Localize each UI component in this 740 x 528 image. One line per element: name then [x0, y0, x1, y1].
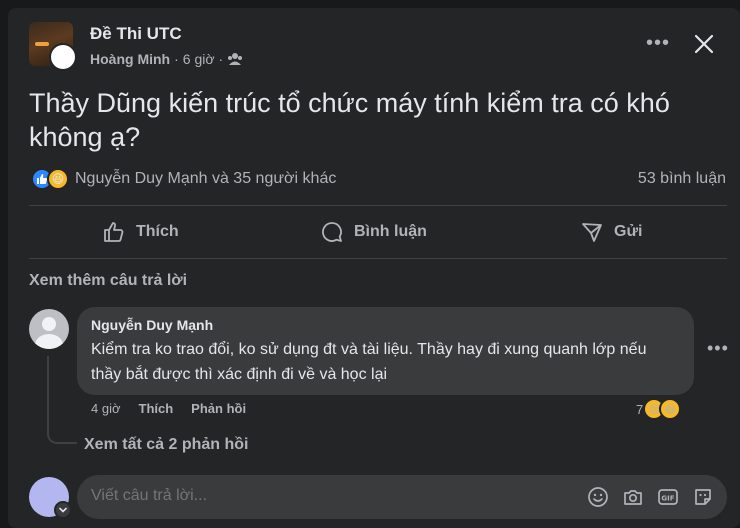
- gif-icon[interactable]: GIF: [657, 486, 679, 508]
- meta-separator: ·: [174, 51, 179, 67]
- comment-bubble-icon: [322, 222, 342, 242]
- group-name[interactable]: Đề Thi UTC: [90, 24, 182, 44]
- camera-icon[interactable]: [622, 486, 644, 508]
- like-button[interactable]: Thích: [102, 214, 179, 250]
- comment-button[interactable]: Bình luận: [320, 214, 427, 250]
- send-label: Gửi: [614, 223, 643, 240]
- sticker-icon[interactable]: [692, 486, 714, 508]
- group-audience-icon: [228, 53, 243, 65]
- svg-text:GIF: GIF: [661, 495, 674, 503]
- more-horizontal-icon: •••: [707, 338, 729, 358]
- comment-count[interactable]: 53 bình luận: [638, 170, 726, 188]
- meta-separator: ·: [218, 51, 224, 67]
- comment-author[interactable]: Nguyễn Duy Mạnh: [91, 317, 680, 333]
- comment-text: Kiểm tra ko trao đổi, ko sử dụng đt và t…: [91, 341, 647, 383]
- divider: [29, 205, 727, 206]
- like-thumb-icon: [104, 222, 124, 242]
- haha-reaction-icon: 😆: [659, 398, 682, 420]
- comment-bubble: Nguyễn Duy Mạnh Kiểm tra ko trao đổi, ko…: [77, 307, 694, 395]
- comment-reply-button[interactable]: Phản hồi: [191, 401, 246, 416]
- comment-actions: 4 giờ Thích Phản hồi: [91, 401, 246, 416]
- close-icon: [694, 34, 714, 54]
- more-options-button[interactable]: •••: [646, 32, 670, 56]
- more-horizontal-icon: •••: [646, 32, 671, 54]
- send-button[interactable]: Gửi: [580, 214, 642, 250]
- post-time[interactable]: 6 giờ: [183, 51, 215, 67]
- comment-more-button[interactable]: •••: [707, 338, 729, 359]
- post-reactions[interactable]: 😆 Nguyễn Duy Mạnh và 35 người khác: [31, 168, 336, 190]
- post-meta: Hoàng Minh · 6 giờ ·: [90, 51, 243, 67]
- comment-label: Bình luận: [354, 223, 427, 240]
- send-icon: [582, 223, 602, 242]
- haha-reaction-icon: 😆: [47, 168, 69, 190]
- like-label: Thích: [136, 223, 179, 240]
- comment-like-button[interactable]: Thích: [139, 401, 174, 416]
- author-avatar[interactable]: [49, 43, 77, 71]
- divider: [29, 258, 727, 259]
- view-all-replies-link[interactable]: Xem tất cả 2 phản hồi: [84, 436, 248, 454]
- comment-time[interactable]: 4 giờ: [91, 401, 121, 416]
- avatar-switch-badge[interactable]: [54, 501, 72, 519]
- close-button[interactable]: [690, 30, 718, 58]
- comment-avatar[interactable]: [29, 309, 69, 349]
- comment-reactions[interactable]: 7 😢 😆: [636, 398, 682, 420]
- reply-box: GIF: [77, 475, 727, 519]
- post-author[interactable]: Hoàng Minh: [90, 51, 170, 67]
- emoji-icon[interactable]: [587, 486, 609, 508]
- reply-input[interactable]: [91, 487, 571, 505]
- reaction-names[interactable]: Nguyễn Duy Mạnh và 35 người khác: [75, 170, 336, 188]
- thread-line: [47, 356, 77, 444]
- more-replies-link[interactable]: Xem thêm câu trả lời: [29, 272, 187, 290]
- chevron-down-icon: [59, 507, 67, 513]
- post-text: Thầy Dũng kiến trúc tổ chức máy tính kiể…: [29, 88, 670, 152]
- comment-reaction-count: 7: [636, 401, 644, 417]
